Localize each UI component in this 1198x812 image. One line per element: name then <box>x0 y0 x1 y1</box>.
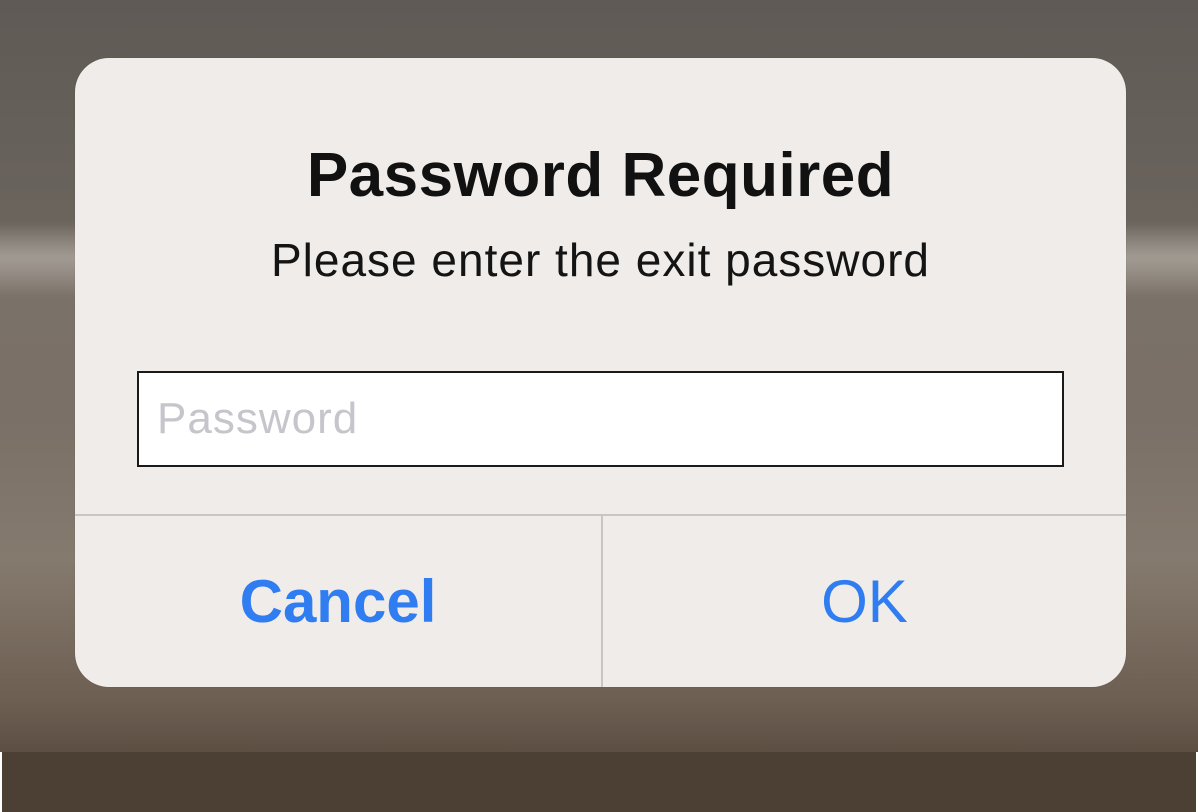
password-input[interactable] <box>137 371 1064 467</box>
password-alert-dialog: Password Required Please enter the exit … <box>75 58 1126 687</box>
dialog-title: Password Required <box>306 141 895 210</box>
cancel-button[interactable]: Cancel <box>75 516 601 687</box>
bottom-bar-left-edge <box>0 752 2 812</box>
ok-button[interactable]: OK <box>603 516 1126 687</box>
bottom-bar <box>0 752 1198 812</box>
dialog-message: Please enter the exit password <box>270 234 931 286</box>
